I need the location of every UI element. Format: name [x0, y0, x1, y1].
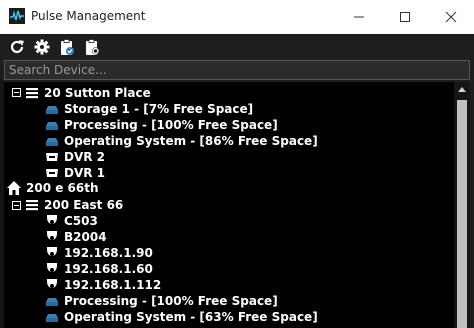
- maximize-icon: [400, 12, 410, 22]
- clipboard-check-icon[interactable]: [58, 38, 76, 56]
- item-label: Processing - [100% Free Space]: [64, 118, 278, 132]
- scrollbar-thumb[interactable]: [457, 100, 467, 328]
- dome-camera-icon: [44, 245, 60, 261]
- minimize-icon: [354, 16, 364, 18]
- pulse-app-icon: [9, 8, 25, 24]
- item-label: DVR 1: [64, 166, 106, 180]
- item-label: B2004: [64, 230, 107, 244]
- site-label: 20 Sutton Place: [44, 86, 151, 100]
- dome-camera-icon: [44, 229, 60, 245]
- dvr-icon: [44, 149, 60, 165]
- vertical-scrollbar[interactable]: [454, 82, 470, 328]
- item-label: 192.168.1.112: [64, 278, 162, 292]
- dvr-icon: [44, 165, 60, 181]
- maximize-button[interactable]: [382, 0, 428, 34]
- minimize-button[interactable]: [336, 0, 382, 34]
- search-input[interactable]: Search Device...: [4, 60, 470, 80]
- toolbar: [0, 34, 474, 60]
- collapse-toggle[interactable]: [12, 88, 21, 97]
- server-list-icon: [24, 197, 40, 213]
- gear-icon[interactable]: [33, 38, 51, 56]
- home-icon: [6, 180, 22, 196]
- title-bar: Pulse Management: [0, 0, 474, 34]
- clipboard-gear-icon[interactable]: [83, 38, 101, 56]
- collapse-toggle[interactable]: [12, 201, 21, 210]
- scroll-up-arrow-icon[interactable]: [454, 82, 470, 98]
- item-label: Storage 1 - [7% Free Space]: [64, 102, 254, 116]
- building-label: 200 e 66th: [26, 181, 99, 195]
- storage-icon: [44, 117, 60, 133]
- item-label: 192.168.1.60: [64, 262, 153, 276]
- item-label: 192.168.1.90: [64, 246, 153, 260]
- server-list-icon: [24, 85, 40, 101]
- storage-icon: [44, 309, 60, 325]
- item-label: Operating System - [86% Free Space]: [64, 134, 318, 148]
- item-label: C503: [64, 214, 98, 228]
- dome-camera-icon: [44, 261, 60, 277]
- site-label: 200 East 66: [44, 198, 124, 212]
- dome-camera-icon: [44, 213, 60, 229]
- refresh-icon[interactable]: [8, 38, 26, 56]
- item-label: Operating System - [63% Free Space]: [64, 310, 318, 324]
- close-button[interactable]: [428, 0, 474, 34]
- storage-icon: [44, 293, 60, 309]
- window-title: Pulse Management: [31, 9, 146, 23]
- storage-icon: [44, 133, 60, 149]
- item-label: Processing - [100% Free Space]: [64, 294, 278, 308]
- dome-camera-icon: [44, 277, 60, 293]
- device-tree[interactable]: 20 Sutton Place Storage 1 - [7% Free Spa…: [4, 82, 454, 328]
- close-icon: [445, 11, 457, 23]
- item-label: DVR 2: [64, 150, 106, 164]
- storage-icon: [44, 101, 60, 117]
